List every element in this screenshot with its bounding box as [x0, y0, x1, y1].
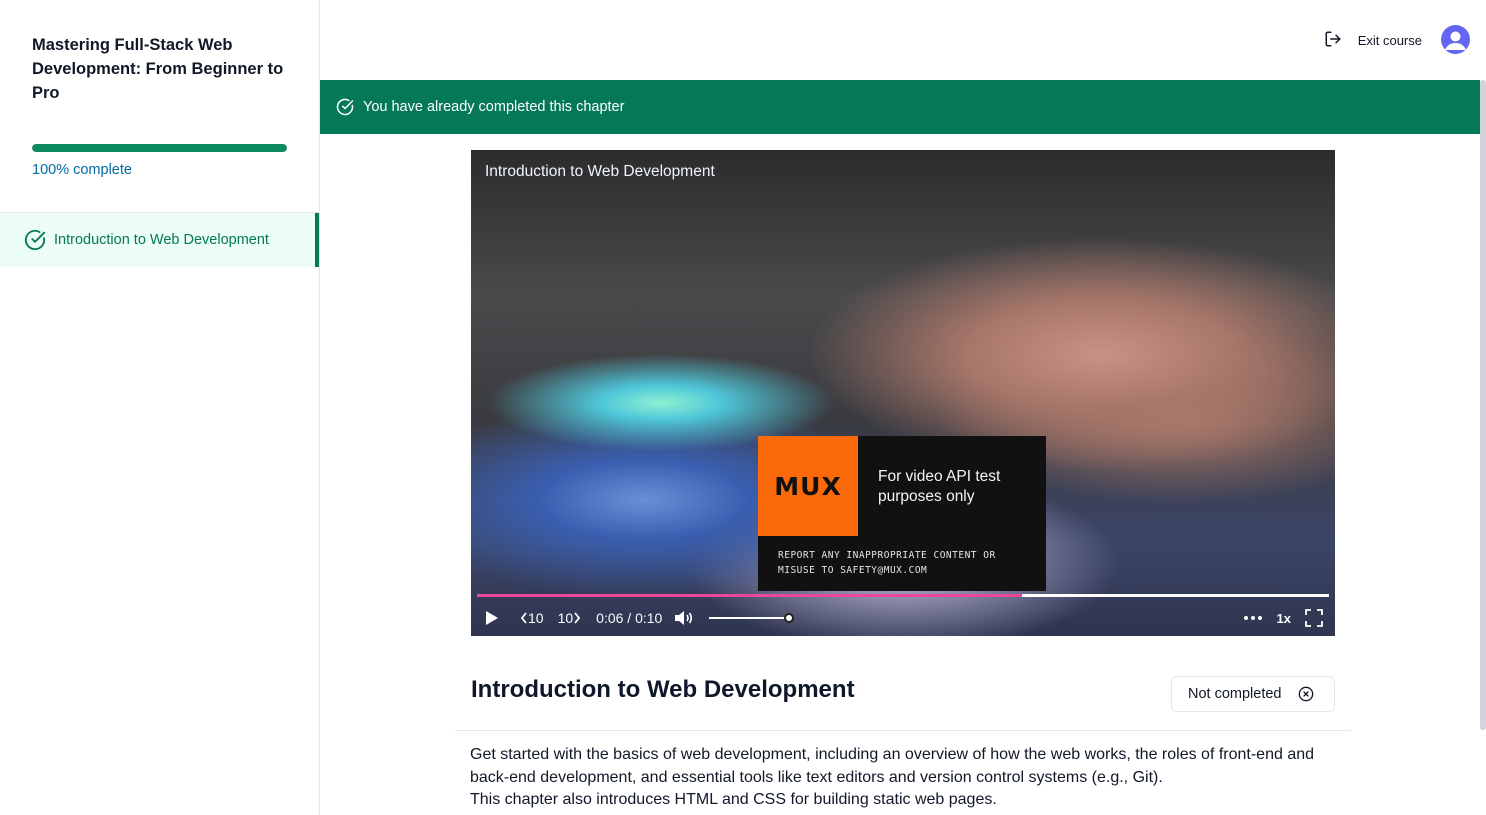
video-controls: 10 10 0:06 / 0:10 1x — [471, 600, 1335, 636]
content-divider — [455, 730, 1351, 731]
volume-icon — [675, 611, 693, 625]
x-circle-icon — [1298, 686, 1314, 702]
course-progress-label: 100% complete — [32, 162, 132, 178]
playback-rate-button[interactable]: 1x — [1277, 611, 1291, 626]
play-button[interactable] — [484, 609, 500, 627]
play-icon — [486, 611, 498, 625]
seek-forward-icon — [574, 612, 581, 624]
more-horizontal-icon — [1243, 616, 1262, 620]
page-scrollbar[interactable] — [1480, 80, 1486, 730]
course-progress-fill — [32, 144, 287, 152]
toggle-completion-button[interactable]: Not completed — [1171, 676, 1335, 712]
volume-slider[interactable] — [709, 613, 795, 623]
completion-banner-text: You have already completed this chapter — [363, 99, 625, 115]
fullscreen-button[interactable] — [1305, 609, 1323, 627]
video-title: Introduction to Web Development — [485, 163, 715, 180]
description-line: back-end development, and essential tool… — [470, 768, 1163, 786]
user-avatar-icon — [1445, 31, 1466, 50]
seek-backward-icon — [520, 612, 527, 624]
completion-banner: You have already completed this chapter — [320, 80, 1486, 134]
mux-report-line: REPORT ANY INAPPROPRIATE CONTENT OR — [778, 550, 996, 561]
sidebar-chapter-item[interactable]: Introduction to Web Development — [0, 213, 319, 267]
description-line: Get started with the basics of web devel… — [470, 746, 1315, 763]
course-title: Mastering Full-Stack Web Development: Fr… — [32, 36, 284, 102]
video-seek-progress — [477, 594, 1023, 597]
seek-forward-button[interactable]: 10 — [558, 610, 582, 626]
video-time-display: 0:06 / 0:10 — [596, 610, 663, 626]
check-circle-icon — [24, 229, 46, 251]
completion-status-label: Not completed — [1188, 686, 1282, 702]
mux-report-text: REPORT ANY INAPPROPRIATE CONTENT OR MISU… — [778, 548, 1038, 578]
page-scrollbar-thumb[interactable] — [1480, 80, 1486, 730]
check-circle-icon — [336, 98, 354, 116]
mux-report-line: MISUSE TO SAFETY@MUX.COM — [778, 565, 928, 576]
volume-slider-fill — [709, 617, 790, 619]
seek-backward-button[interactable]: 10 — [520, 610, 544, 626]
mute-button[interactable] — [673, 609, 693, 627]
course-progress-bar — [32, 144, 287, 152]
user-avatar[interactable] — [1441, 25, 1470, 54]
mux-watermark: MUX For video API test purposes only REP… — [758, 436, 1046, 591]
top-header: Exit course — [320, 0, 1486, 80]
exit-course-label: Exit course — [1357, 32, 1422, 48]
video-player[interactable]: Introduction to Web Development MUX For … — [471, 150, 1335, 636]
mux-logo: MUX — [758, 436, 858, 536]
sidebar-chapter-label: Introduction to Web Development — [54, 232, 269, 248]
mux-headline: For video API test purposes only — [878, 468, 1001, 505]
chapter-description: Get started with the basics of web devel… — [470, 744, 1340, 812]
seek-backward-label: 10 — [528, 610, 544, 626]
chapter-title: Introduction to Web Development — [471, 676, 855, 703]
more-options-button[interactable] — [1243, 615, 1263, 621]
video-seek-bar[interactable] — [477, 594, 1329, 597]
seek-forward-label: 10 — [557, 610, 574, 626]
course-sidebar: Mastering Full-Stack Web Development: Fr… — [0, 0, 320, 815]
volume-slider-handle[interactable] — [784, 613, 795, 623]
description-line: This chapter also introduces HTML and CS… — [470, 791, 997, 808]
log-out-icon — [1324, 30, 1344, 50]
exit-course-button[interactable]: Exit course — [1324, 28, 1422, 52]
fullscreen-icon — [1305, 609, 1323, 627]
